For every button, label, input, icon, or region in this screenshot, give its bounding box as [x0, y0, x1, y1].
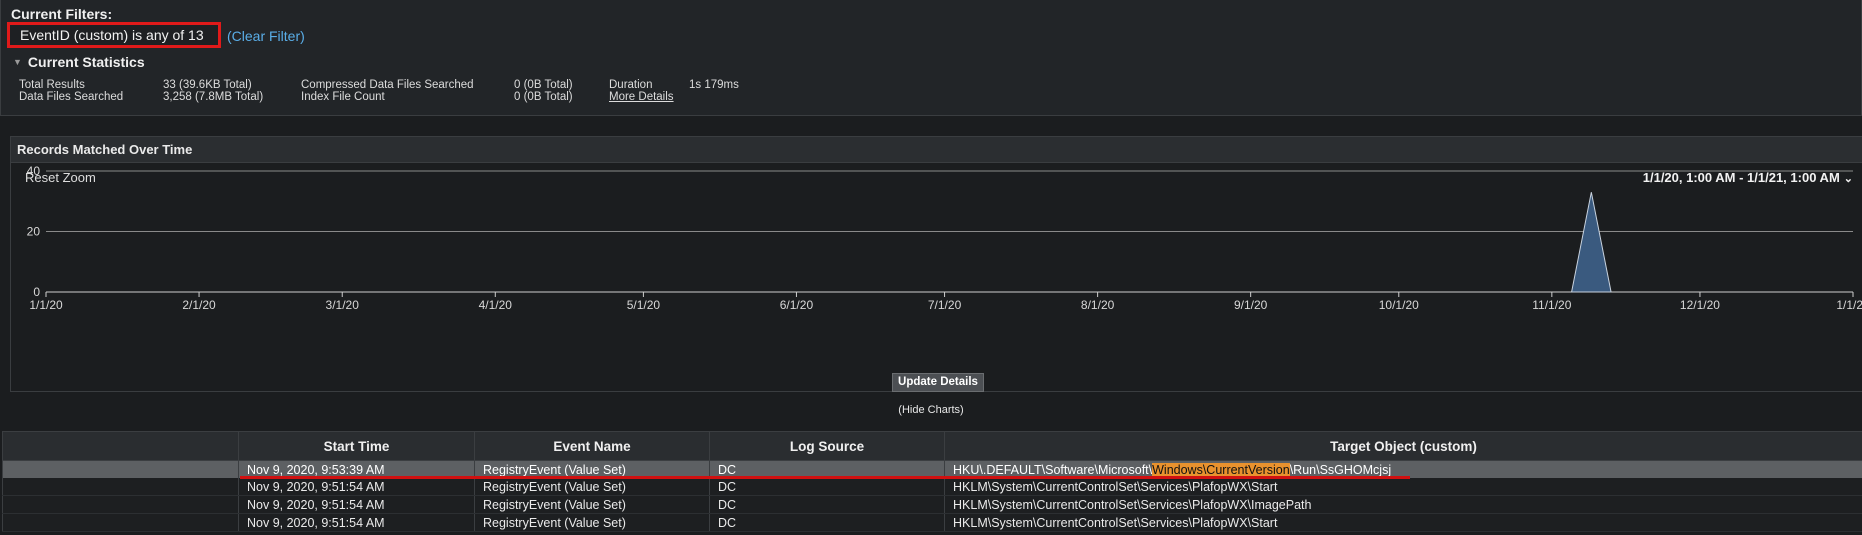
more-details-link[interactable]: More Details — [609, 91, 674, 103]
x-tick-label: 1/1/21 — [1836, 298, 1862, 312]
data-files-value: 3,258 (7.8MB Total) — [163, 91, 264, 103]
hide-charts-link[interactable]: (Hide Charts) — [0, 404, 1862, 416]
search-highlight: Windows\CurrentVersion — [1152, 462, 1290, 477]
y-tick-label: 0 — [33, 285, 40, 299]
target-object-cell: HKLM\System\CurrentControlSet\Services\P… — [944, 478, 1862, 496]
compressed-files-value: 0 (0B Total) — [514, 79, 573, 91]
column-header-start-time[interactable]: Start Time — [238, 431, 475, 461]
row-select-cell[interactable] — [2, 495, 239, 514]
table-row[interactable]: Nov 9, 2020, 9:51:54 AM RegistryEvent (V… — [2, 513, 1862, 532]
table-header-row: Start Time Event Name Log Source Target … — [2, 431, 1862, 461]
log-source-cell: DC — [709, 513, 945, 532]
data-files-label: Data Files Searched — [19, 91, 124, 103]
filters-panel: Current Filters: EventID (custom) is any… — [0, 0, 1862, 116]
chart-panel: Records Matched Over Time 0 20 40 1/1/20 2/1… — [10, 136, 1862, 392]
x-tick-label: 11/1/20 — [1532, 298, 1571, 312]
x-tick-label: 12/1/20 — [1680, 298, 1720, 312]
x-tick-label: 5/1/20 — [627, 298, 661, 312]
column-header-select[interactable] — [2, 431, 239, 461]
x-tick-label: 1/1/20 — [29, 298, 63, 312]
reset-zoom-button[interactable]: Reset Zoom — [25, 170, 96, 185]
total-results-value: 33 (39.6KB Total) — [163, 79, 252, 91]
log-source-cell: DC — [709, 495, 945, 514]
compressed-files-label: Compressed Data Files Searched — [301, 79, 474, 91]
series-area — [1570, 192, 1612, 293]
duration-value: 1s 179ms — [689, 79, 739, 91]
column-header-event-name[interactable]: Event Name — [474, 431, 710, 461]
start-time-cell: Nov 9, 2020, 9:51:54 AM — [238, 478, 475, 496]
chevron-down-icon: ⌄ — [1843, 173, 1853, 185]
event-name-cell: RegistryEvent (Value Set) — [474, 495, 710, 514]
x-tick-label: 9/1/20 — [1234, 298, 1268, 312]
start-time-cell: Nov 9, 2020, 9:51:54 AM — [238, 513, 475, 532]
start-time-cell: Nov 9, 2020, 9:51:54 AM — [238, 495, 475, 514]
update-details-button[interactable]: Update Details — [892, 373, 984, 392]
x-tick-label: 8/1/20 — [1081, 298, 1115, 312]
active-filter-chip[interactable]: EventID (custom) is any of 13 — [7, 22, 221, 48]
duration-label: Duration — [609, 79, 653, 91]
time-range-value: 1/1/20, 1:00 AM - 1/1/21, 1:00 AM — [1642, 170, 1840, 185]
results-table: Start Time Event Name Log Source Target … — [2, 431, 1862, 532]
table-row[interactable]: Nov 9, 2020, 9:51:54 AM RegistryEvent (V… — [2, 478, 1862, 496]
collapse-triangle-icon: ▼ — [13, 57, 22, 67]
row-select-cell[interactable] — [2, 478, 239, 496]
clear-filter-link[interactable]: (Clear Filter) — [227, 28, 305, 44]
event-name-cell: RegistryEvent (Value Set) — [474, 513, 710, 532]
x-tick-label: 2/1/20 — [182, 298, 216, 312]
records-chart[interactable]: 020401/1/20 2/1/20 3/1/20 4/1/20 5/1/20 6/1/2… — [11, 137, 1862, 391]
row-select-cell[interactable] — [2, 513, 239, 532]
x-tick-label: 10/1/20 — [1379, 298, 1419, 312]
statistics-toggle[interactable]: ▼ Current Statistics — [13, 54, 145, 70]
row-select-cell[interactable] — [2, 460, 239, 478]
table-row[interactable]: Nov 9, 2020, 9:51:54 AM RegistryEvent (V… — [2, 495, 1862, 514]
x-tick-label: 7/1/20 — [928, 298, 962, 312]
current-filters-title: Current Filters: — [11, 6, 113, 22]
x-tick-label: 6/1/20 — [780, 298, 814, 312]
red-annotation-underline — [240, 476, 1410, 479]
target-suffix: \Run\SsGHOMcjsj — [1289, 462, 1392, 477]
x-tick-label: 4/1/20 — [479, 298, 513, 312]
x-tick-label: 3/1/20 — [326, 298, 360, 312]
index-file-value: 0 (0B Total) — [514, 91, 573, 103]
event-name-cell: RegistryEvent (Value Set) — [474, 478, 710, 496]
time-range-select[interactable]: 1/1/20, 1:00 AM - 1/1/21, 1:00 AM ⌄ — [1643, 170, 1853, 185]
log-source-cell: DC — [709, 478, 945, 496]
target-object-cell: HKLM\System\CurrentControlSet\Services\P… — [944, 495, 1862, 514]
target-prefix: HKU\.DEFAULT\Software\Microsoft\ — [953, 462, 1153, 477]
index-file-label: Index File Count — [301, 91, 385, 103]
statistics-title: Current Statistics — [27, 54, 145, 70]
column-header-log-source[interactable]: Log Source — [709, 431, 945, 461]
column-header-target-object[interactable]: Target Object (custom) — [944, 431, 1862, 461]
target-object-cell: HKLM\System\CurrentControlSet\Services\P… — [944, 513, 1862, 532]
y-tick-label: 20 — [27, 225, 41, 239]
total-results-label: Total Results — [19, 79, 85, 91]
